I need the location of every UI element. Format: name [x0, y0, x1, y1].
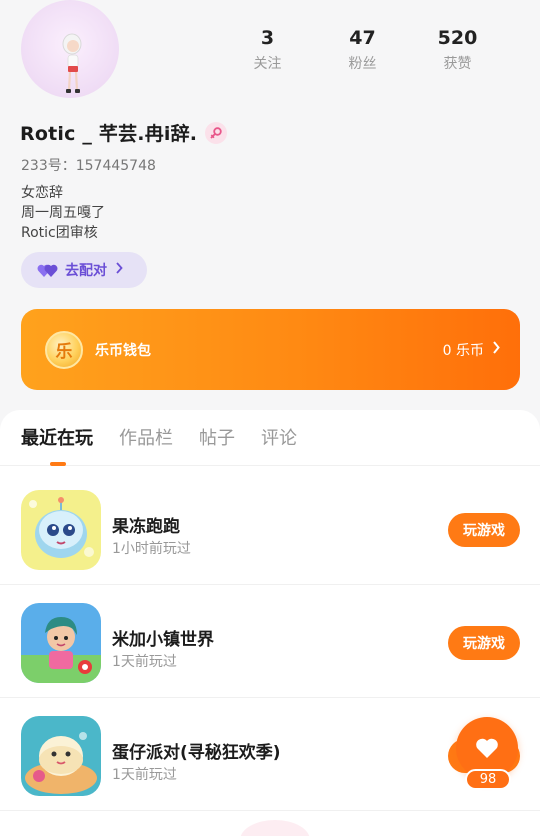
- bio-line: 周一周五嘎了: [21, 205, 105, 221]
- stat-value: 47: [349, 27, 376, 49]
- stat-label: 粉丝: [348, 56, 377, 72]
- tab-works[interactable]: 作品栏: [119, 410, 173, 465]
- game-last-played: 1天前玩过: [112, 654, 177, 670]
- chevron-right-icon: [115, 262, 123, 278]
- coin-wallet-card[interactable]: 乐 乐币钱包 0 乐币: [21, 309, 520, 390]
- game-last-played: 1小时前玩过: [112, 541, 191, 557]
- stat-following[interactable]: 3 关注: [220, 26, 315, 73]
- bio: 女恋辞 周一周五嘎了 Rotic团审核: [21, 183, 105, 243]
- content-panel: 最近在玩 作品栏 帖子 评论 果冻跑跑 1小时前玩过 玩游戏 米加小镇世界 1天…: [0, 410, 540, 836]
- play-game-button[interactable]: 玩游戏: [448, 513, 520, 547]
- game-list-item[interactable]: 米加小镇世界 1天前玩过 玩游戏: [0, 585, 540, 698]
- game-list-item[interactable]: 果冻跑跑 1小时前玩过 玩游戏: [0, 472, 540, 585]
- chevron-right-icon: [492, 341, 500, 358]
- miga-town-game-icon: [21, 603, 101, 683]
- username: Rotic _ 芊芸.冉i辞.: [20, 123, 198, 145]
- play-game-button[interactable]: 玩游戏: [448, 626, 520, 660]
- avatar-figure-icon: [62, 33, 82, 93]
- female-gender-icon: [205, 121, 228, 144]
- stat-value: 520: [437, 27, 478, 49]
- account-id: 233号：157445748: [21, 158, 156, 174]
- double-heart-icon: [37, 264, 58, 277]
- wallet-balance-row: 0 乐币: [443, 340, 500, 360]
- heart-icon: [476, 738, 498, 758]
- game-name: 果冻跑跑: [112, 517, 180, 537]
- wallet-title: 乐币钱包: [95, 342, 151, 359]
- eggy-party-game-icon: [21, 716, 101, 796]
- bio-line: Rotic团审核: [21, 225, 98, 241]
- stat-label: 关注: [253, 56, 282, 72]
- coin-icon: 乐: [45, 330, 83, 369]
- tab-comments[interactable]: 评论: [261, 410, 297, 465]
- like-count: 98: [465, 769, 511, 790]
- game-name: 米加小镇世界: [112, 630, 214, 650]
- stat-label: 获赞: [443, 56, 472, 72]
- stat-likes[interactable]: 520 获赞: [410, 26, 505, 73]
- active-tab-indicator: [50, 462, 66, 466]
- profile-stats: 3 关注 47 粉丝 520 获赞: [220, 26, 520, 73]
- bio-line: 女恋辞: [21, 185, 63, 201]
- tab-bar: 最近在玩 作品栏 帖子 评论: [0, 410, 540, 466]
- stat-value: 3: [260, 27, 275, 49]
- avatar[interactable]: [21, 0, 119, 98]
- game-name: 蛋仔派对(寻秘狂欢季): [112, 743, 281, 763]
- stat-followers[interactable]: 47 粉丝: [315, 26, 410, 73]
- match-label: 去配对: [65, 263, 107, 279]
- jelly-run-game-icon: [21, 490, 101, 570]
- tab-posts[interactable]: 帖子: [199, 410, 235, 465]
- wallet-balance: 0 乐币: [442, 342, 484, 359]
- game-last-played: 1天前玩过: [112, 767, 177, 783]
- match-button[interactable]: 去配对: [21, 252, 147, 288]
- tab-recently-played[interactable]: 最近在玩: [21, 410, 93, 465]
- username-row: Rotic _ 芊芸.冉i辞.: [20, 119, 228, 146]
